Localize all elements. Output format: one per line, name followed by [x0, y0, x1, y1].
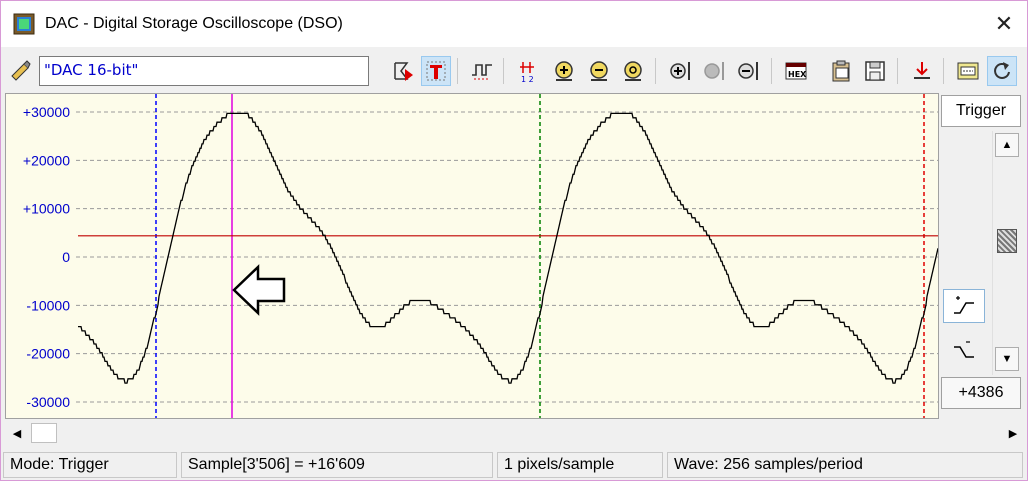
hex-display-button[interactable]: HEX — [781, 56, 811, 86]
falling-edge-button[interactable] — [943, 333, 985, 367]
trigger-level-value: +4386 — [941, 377, 1021, 409]
cursor-button[interactable]: 1 2 — [515, 56, 545, 86]
y-tick-label: -10000 — [26, 297, 70, 313]
zoom-in-icon — [555, 61, 573, 81]
download-button[interactable] — [907, 56, 937, 86]
scroll-right-button[interactable]: ▶ — [1001, 421, 1025, 445]
zoom-out-y-icon — [738, 62, 758, 80]
rising-edge-button[interactable] — [943, 289, 985, 323]
trigger-marker-button[interactable] — [388, 56, 418, 86]
waveform-trace — [78, 112, 938, 384]
probe-icon — [11, 60, 31, 81]
clipboard-button[interactable] — [826, 56, 856, 86]
zoom-out-icon — [590, 61, 608, 81]
refresh-icon — [994, 62, 1010, 79]
clipboard-icon — [832, 60, 850, 82]
app-icon — [13, 13, 35, 35]
scroll-up-button[interactable]: ▲ — [995, 133, 1019, 157]
y-tick-label: +10000 — [23, 201, 70, 217]
save-icon — [865, 61, 885, 81]
toolbar-separator — [943, 58, 944, 84]
refresh-button[interactable] — [987, 56, 1017, 86]
cursor-icon: 1 2 — [520, 62, 534, 83]
trigger-label: Trigger — [941, 95, 1021, 127]
scroll-down-button[interactable]: ▼ — [995, 347, 1019, 371]
arrow-pointer-icon — [232, 264, 286, 316]
zoom-in-y-button[interactable] — [665, 56, 695, 86]
status-wave: Wave: 256 samples/period — [667, 452, 1023, 478]
svg-text:HEX: HEX — [788, 70, 807, 79]
trigger-level-thumb[interactable] — [997, 229, 1017, 253]
zoom-in-button[interactable] — [549, 56, 579, 86]
trigger-mode-icon — [426, 61, 446, 81]
channel-name-input[interactable]: "DAC 16-bit" — [39, 56, 369, 86]
rising-edge-icon — [954, 296, 974, 314]
zoom-in-y-icon — [670, 62, 690, 80]
status-mode: Mode: Trigger — [3, 452, 177, 478]
zoom-fit-button[interactable] — [618, 56, 648, 86]
zoom-out-y-button[interactable] — [733, 56, 763, 86]
toolbar-separator — [771, 58, 772, 84]
scope-plot: +30000 +20000 +10000 0 -10000 -20000 -30000 — [23, 94, 938, 418]
y-tick-label: 0 — [62, 249, 70, 265]
download-icon — [914, 62, 930, 79]
window-title: DAC - Digital Storage Oscilloscope (DSO) — [45, 15, 343, 32]
y-tick-label: +30000 — [23, 104, 70, 120]
dso-window: DAC - Digital Storage Oscilloscope (DSO)… — [0, 0, 1028, 481]
svg-text:1 2: 1 2 — [521, 75, 534, 83]
close-button[interactable]: ✕ — [981, 1, 1027, 47]
scope-display[interactable]: +30000 +20000 +10000 0 -10000 -20000 -30000 — [5, 93, 939, 419]
trigger-marker-icon — [394, 62, 413, 81]
trigger-level-scrollbar[interactable]: ▲ ▼ — [992, 131, 1020, 375]
status-bar: Mode: Trigger Sample[3'506] = +16'609 1 … — [1, 449, 1027, 480]
zoom-out-button[interactable] — [584, 56, 614, 86]
settings-icon — [957, 62, 979, 80]
save-button[interactable] — [860, 56, 890, 86]
falling-edge-icon — [954, 341, 974, 358]
scroll-left-button[interactable]: ◀ — [5, 421, 29, 445]
toolbar-separator — [503, 58, 504, 84]
y-tick-label: +20000 — [23, 152, 70, 168]
title-bar: DAC - Digital Storage Oscilloscope (DSO)… — [1, 1, 1027, 47]
horizontal-scroll-thumb[interactable] — [31, 423, 57, 443]
status-scale: 1 pixels/sample — [497, 452, 663, 478]
trigger-panel: Trigger ▲ ▼ +4386 — [941, 93, 1025, 419]
y-tick-label: -30000 — [26, 394, 70, 410]
center-y-button[interactable] — [699, 56, 729, 86]
pulse-icon — [472, 64, 492, 80]
status-sample: Sample[3'506] = +16'609 — [181, 452, 493, 478]
toolbar-separator — [655, 58, 656, 84]
toolbar: "DAC 16-bit" 1 2 HEX — [1, 51, 1027, 91]
horizontal-scrollbar[interactable]: ◀ ▶ — [5, 421, 1025, 445]
zoom-fit-icon — [624, 61, 642, 81]
pulse-button[interactable] — [467, 56, 497, 86]
center-y-icon — [704, 62, 724, 80]
settings-button[interactable] — [953, 56, 983, 86]
y-tick-label: -20000 — [26, 346, 70, 362]
toolbar-separator — [457, 58, 458, 84]
toolbar-separator — [897, 58, 898, 84]
hex-display-icon: HEX — [785, 62, 807, 80]
trigger-mode-button[interactable] — [421, 56, 451, 86]
